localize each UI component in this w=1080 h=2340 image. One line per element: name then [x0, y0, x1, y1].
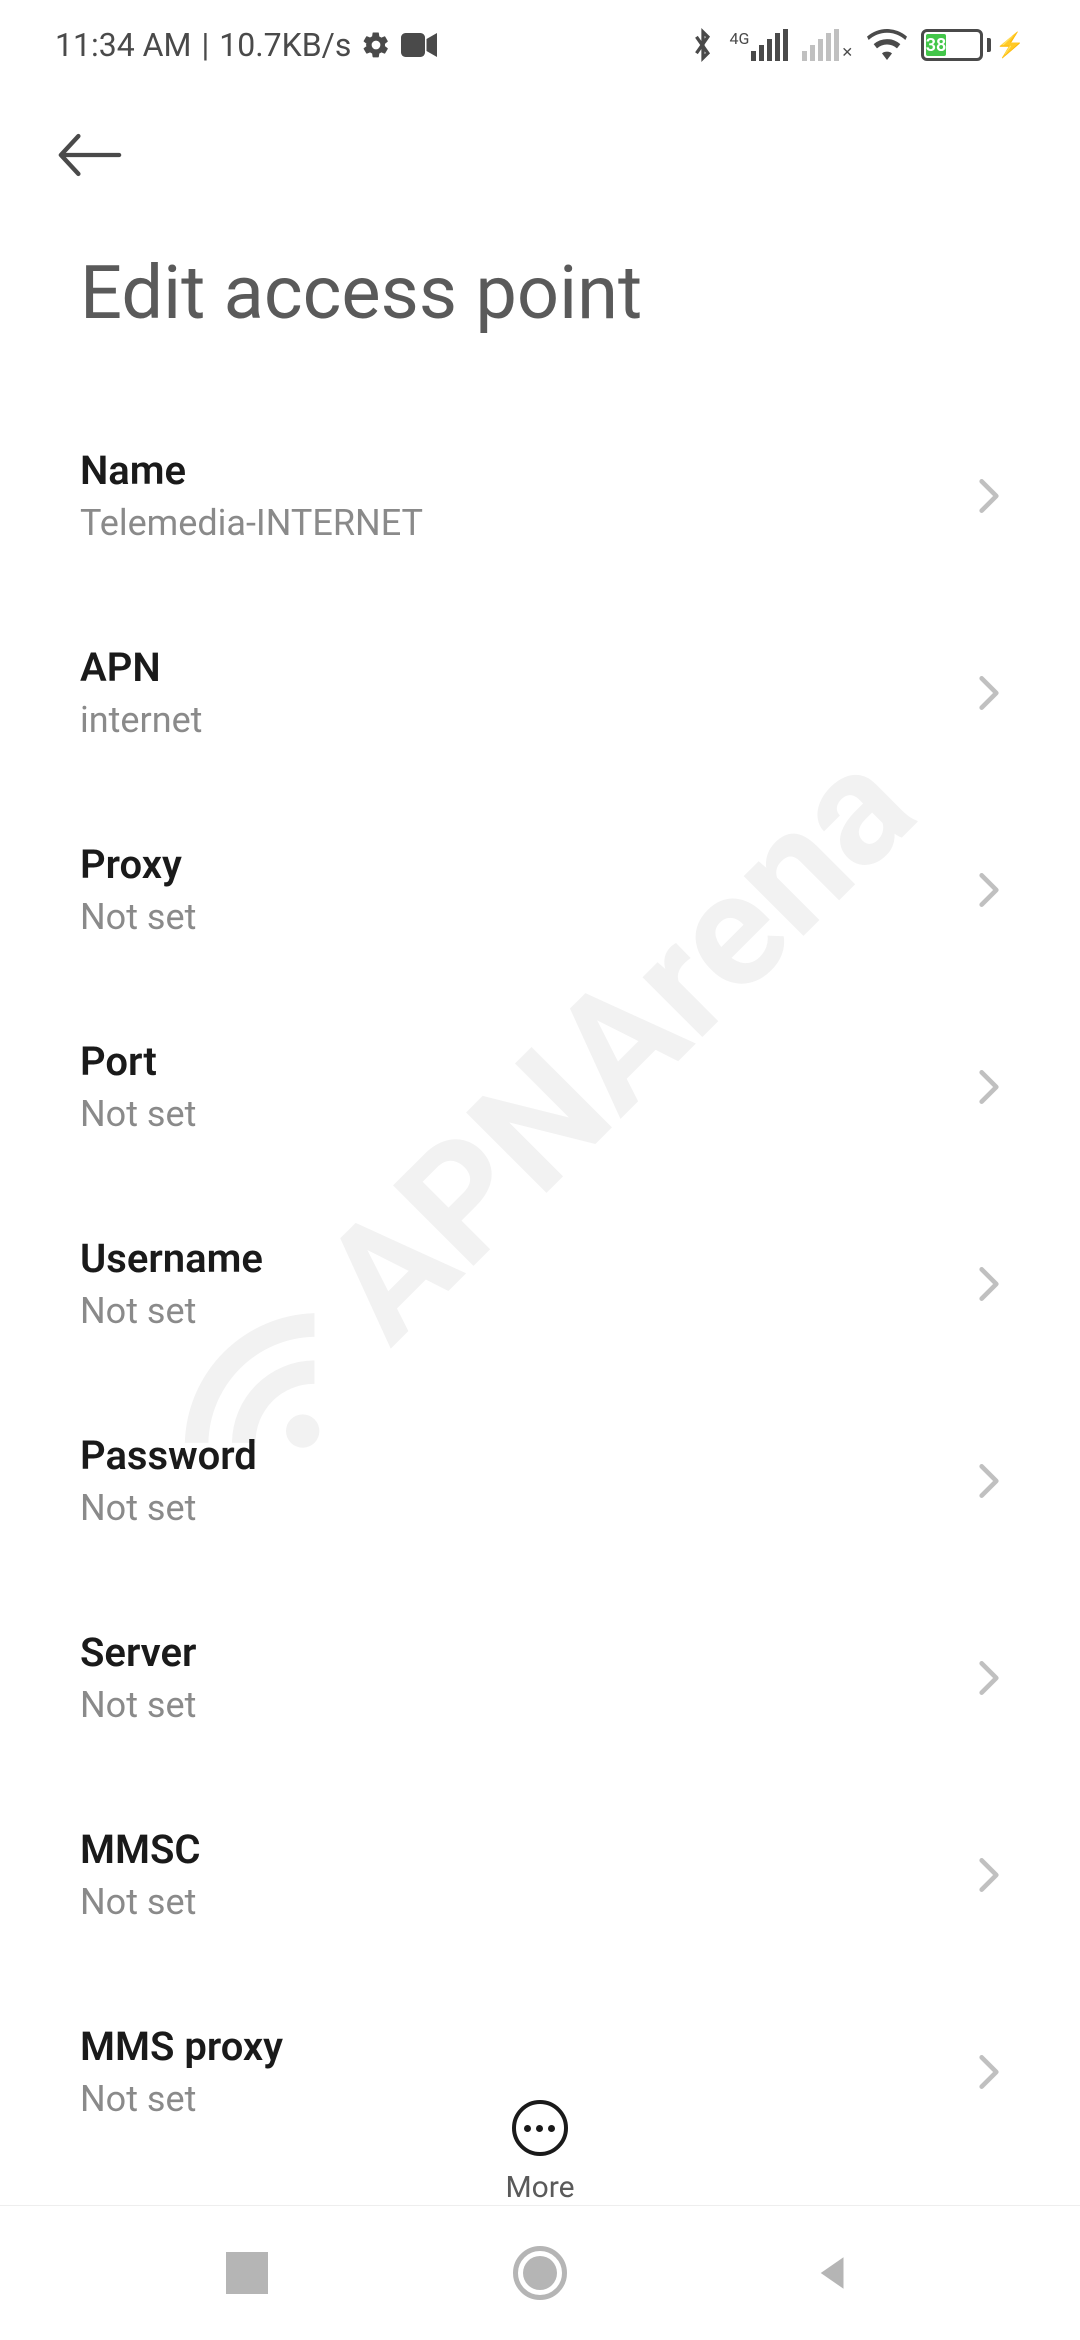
- setting-value: internet: [80, 699, 202, 741]
- setting-value: Not set: [80, 1881, 201, 1923]
- network-label: 4G: [729, 31, 749, 47]
- setting-username[interactable]: Username Not set: [80, 1185, 1000, 1382]
- setting-apn[interactable]: APN internet: [80, 594, 1000, 791]
- status-separator: |: [201, 26, 209, 64]
- setting-mmsc[interactable]: MMSC Not set: [80, 1776, 1000, 1973]
- status-right: 4G ✕ 38: [691, 27, 1025, 63]
- setting-value: Not set: [80, 1684, 196, 1726]
- setting-label: Proxy: [80, 841, 196, 888]
- status-bar: 11:34 AM | 10.7KB/s 4G: [0, 0, 1080, 90]
- setting-label: APN: [80, 644, 202, 691]
- gear-icon: [361, 30, 391, 60]
- toolbar: [0, 90, 1080, 220]
- signal-4g: 4G: [729, 29, 788, 61]
- chevron-right-icon: [978, 1462, 1000, 1500]
- setting-label: MMSC: [80, 1826, 201, 1873]
- settings-list: Name Telemedia-INTERNET APN internet Pro…: [0, 397, 1080, 2170]
- status-speed: 10.7KB/s: [219, 26, 351, 64]
- setting-port[interactable]: Port Not set: [80, 988, 1000, 1185]
- chevron-right-icon: [978, 871, 1000, 909]
- setting-label: Server: [80, 1629, 196, 1676]
- setting-label: MMS proxy: [80, 2023, 283, 2070]
- bluetooth-icon: [691, 27, 715, 63]
- chevron-right-icon: [978, 2053, 1000, 2091]
- setting-name[interactable]: Name Telemedia-INTERNET: [80, 397, 1000, 594]
- status-left: 11:34 AM | 10.7KB/s: [55, 26, 437, 64]
- setting-value: Not set: [80, 1093, 196, 1135]
- signal-secondary: ✕: [802, 29, 853, 61]
- chevron-right-icon: [978, 477, 1000, 515]
- circle-icon: [513, 2246, 567, 2300]
- setting-value: Not set: [80, 896, 196, 938]
- chevron-right-icon: [978, 1068, 1000, 1106]
- setting-value: Not set: [80, 1487, 257, 1529]
- status-time: 11:34 AM: [55, 26, 191, 64]
- setting-password[interactable]: Password Not set: [80, 1382, 1000, 1579]
- setting-label: Username: [80, 1235, 263, 1282]
- wifi-icon: [867, 29, 907, 61]
- setting-label: Name: [80, 447, 423, 494]
- video-icon: [401, 32, 437, 58]
- setting-label: Port: [80, 1038, 196, 1085]
- setting-server[interactable]: Server Not set: [80, 1579, 1000, 1776]
- setting-value: Not set: [80, 1290, 263, 1332]
- page-title: Edit access point: [0, 220, 1080, 397]
- back-button[interactable]: [55, 120, 125, 190]
- setting-value: Telemedia-INTERNET: [80, 502, 423, 544]
- battery-indicator: 38 ⚡: [921, 29, 1025, 61]
- battery-percent: 38: [926, 35, 947, 56]
- setting-value: Not set: [80, 2078, 283, 2120]
- charging-icon: ⚡: [995, 31, 1025, 59]
- chevron-right-icon: [978, 1659, 1000, 1697]
- chevron-right-icon: [978, 1265, 1000, 1303]
- square-icon: [226, 2252, 268, 2294]
- chevron-right-icon: [978, 1856, 1000, 1894]
- chevron-right-icon: [978, 674, 1000, 712]
- setting-label: Password: [80, 1432, 257, 1479]
- setting-mms-proxy[interactable]: MMS proxy Not set: [80, 1973, 1000, 2170]
- setting-proxy[interactable]: Proxy Not set: [80, 791, 1000, 988]
- triangle-left-icon: [812, 2252, 854, 2294]
